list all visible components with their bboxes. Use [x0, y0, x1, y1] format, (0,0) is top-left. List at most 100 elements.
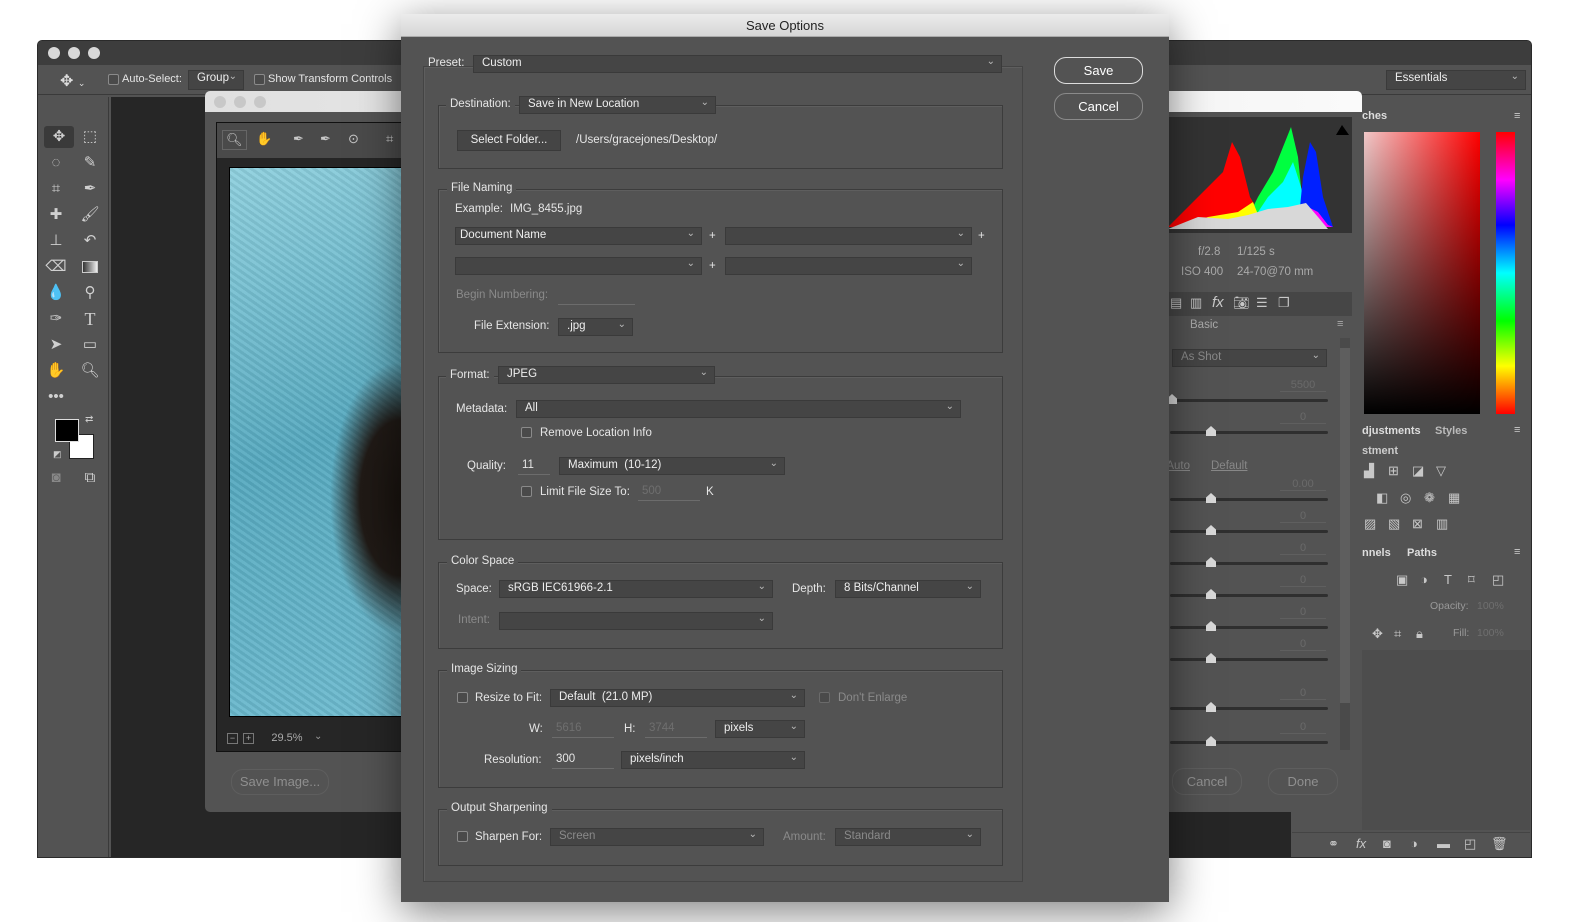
cancel-button[interactable]: Cancel: [1054, 93, 1143, 120]
slider-track[interactable]: [1170, 626, 1328, 629]
zoom-in-button[interactable]: +: [243, 733, 254, 744]
slider-thumb[interactable]: [1206, 426, 1216, 436]
snapshots-icon[interactable]: ❐: [1278, 295, 1290, 311]
naming-part-4-dropdown[interactable]: ⌄: [725, 257, 972, 275]
path-selection-icon[interactable]: ➤: [44, 334, 68, 356]
channels-tab[interactable]: nnels: [1362, 547, 1391, 559]
zoom-button[interactable]: [254, 96, 266, 108]
workspace-dropdown[interactable]: Essentials ⌄: [1386, 70, 1526, 90]
eyedropper-tool-icon[interactable]: ✒: [78, 178, 102, 200]
fill-value[interactable]: 100%: [1477, 627, 1504, 639]
layer-mask-icon[interactable]: ◙: [1383, 836, 1391, 851]
metadata-dropdown[interactable]: All ⌄: [516, 400, 961, 418]
save-button[interactable]: Save: [1054, 57, 1143, 84]
slider-value[interactable]: 0: [1280, 687, 1326, 700]
slider-thumb[interactable]: [1206, 653, 1216, 663]
move-tool-icon[interactable]: ✥: [44, 126, 74, 148]
resize-to-fit-dropdown[interactable]: Default (21.0 MP) ⌄: [550, 689, 805, 707]
healing-brush-icon[interactable]: ✚: [44, 204, 68, 226]
history-brush-icon[interactable]: ↶: [78, 230, 102, 252]
color-sampler-icon[interactable]: ✒: [320, 131, 331, 147]
highlight-clipping-icon[interactable]: [1336, 125, 1349, 135]
posterize-icon[interactable]: ▨: [1364, 516, 1376, 532]
slider-track[interactable]: [1170, 658, 1328, 661]
zoom-tool-icon[interactable]: 🔍︎: [222, 130, 247, 150]
eraser-tool-icon[interactable]: ⌫: [44, 256, 68, 278]
adjustment-filter-icon[interactable]: ◑: [1420, 572, 1428, 587]
adjustment-slider[interactable]: 0: [1170, 721, 1330, 751]
file-extension-dropdown[interactable]: .jpg ⌄: [558, 318, 633, 336]
slider-track[interactable]: [1170, 431, 1328, 434]
swap-colors-icon[interactable]: ⇄: [85, 414, 93, 425]
slider-track[interactable]: [1170, 498, 1328, 501]
intent-dropdown[interactable]: ⌄: [499, 612, 773, 630]
close-button[interactable]: [214, 96, 226, 108]
image-filter-icon[interactable]: ▣: [1396, 572, 1408, 588]
minimize-button[interactable]: [68, 47, 80, 59]
auto-select-dropdown[interactable]: Group ⌄: [188, 70, 244, 90]
shape-filter-icon[interactable]: ⌑: [1468, 572, 1475, 588]
adjustment-slider[interactable]: 0: [1170, 510, 1330, 540]
resolution-field[interactable]: 300: [552, 752, 614, 769]
zoom-tool-icon[interactable]: 🔍︎: [78, 360, 102, 382]
lasso-tool-icon[interactable]: ◌: [44, 152, 68, 174]
hue-slider[interactable]: [1496, 132, 1515, 414]
zoom-dropdown-icon[interactable]: ⌄: [314, 731, 322, 742]
minimize-button[interactable]: [234, 96, 246, 108]
panel-menu-icon[interactable]: ≡: [1337, 318, 1343, 330]
limit-file-size-field[interactable]: 500: [638, 484, 700, 501]
quality-preset-dropdown[interactable]: Maximum (10-12) ⌄: [559, 457, 785, 475]
adjustment-slider[interactable]: 0: [1170, 574, 1330, 604]
slider-value[interactable]: 0: [1280, 510, 1326, 523]
new-layer-icon[interactable]: ◰: [1464, 836, 1476, 852]
close-button[interactable]: [48, 47, 60, 59]
zoom-out-button[interactable]: −: [227, 733, 238, 744]
hsl-icon[interactable]: ▤: [1170, 295, 1182, 311]
black-white-icon[interactable]: ◧: [1376, 490, 1388, 506]
link-layers-icon[interactable]: ⚭: [1328, 836, 1339, 852]
save-image-button[interactable]: Save Image...: [231, 769, 329, 795]
screen-mode-icon[interactable]: ⧉: [78, 467, 102, 489]
photo-filter-icon[interactable]: ◎: [1400, 490, 1411, 506]
targeted-adjustment-icon[interactable]: ⊙: [348, 131, 359, 147]
destination-dropdown[interactable]: Save in New Location ⌄: [519, 96, 716, 114]
default-colors-icon[interactable]: ◩: [53, 449, 62, 460]
color-lookup-icon[interactable]: ▦: [1448, 490, 1460, 506]
more-tools-icon[interactable]: •••: [44, 386, 68, 408]
effects-icon[interactable]: fx: [1212, 294, 1224, 311]
slider-value[interactable]: 0: [1280, 574, 1326, 587]
zoom-button[interactable]: [88, 47, 100, 59]
hand-tool-icon[interactable]: ✋: [256, 131, 272, 147]
lock-position-icon[interactable]: ✥: [1372, 626, 1383, 642]
trash-icon[interactable]: 🗑︎: [1491, 836, 1508, 852]
slider-track[interactable]: [1170, 741, 1328, 744]
slider-value[interactable]: 0.00: [1280, 478, 1326, 491]
curves-icon[interactable]: ⊞: [1388, 463, 1399, 479]
brush-tool-icon[interactable]: 🖌: [78, 204, 102, 226]
slider-thumb[interactable]: [1206, 557, 1216, 567]
clone-stamp-icon[interactable]: ⊥: [44, 230, 68, 252]
move-tool-icon[interactable]: ✥ ⌄: [60, 71, 85, 91]
group-folder-icon[interactable]: ▬: [1437, 836, 1450, 851]
resize-to-fit-checkbox[interactable]: [457, 692, 468, 703]
color-picker-field[interactable]: [1364, 132, 1480, 414]
adjustment-slider[interactable]: 5500: [1167, 379, 1330, 409]
blur-tool-icon[interactable]: 💧: [44, 282, 68, 304]
slider-thumb[interactable]: [1206, 736, 1216, 746]
slider-value[interactable]: 5500: [1280, 379, 1326, 392]
naming-part-3-dropdown[interactable]: ⌄: [455, 257, 702, 275]
show-transform-checkbox[interactable]: [254, 74, 265, 85]
slider-thumb[interactable]: [1206, 621, 1216, 631]
slider-track[interactable]: [1170, 399, 1328, 402]
type-tool-icon[interactable]: T: [78, 308, 102, 330]
slider-value[interactable]: 0: [1280, 411, 1326, 424]
lock-artboard-icon[interactable]: ⌗: [1394, 626, 1401, 642]
slider-thumb[interactable]: [1206, 525, 1216, 535]
slider-value[interactable]: 0: [1280, 606, 1326, 619]
camera-raw-cancel-button[interactable]: Cancel: [1172, 768, 1242, 795]
format-dropdown[interactable]: JPEG ⌄: [498, 366, 715, 384]
size-unit-dropdown[interactable]: pixels ⌄: [715, 720, 805, 738]
slider-thumb[interactable]: [1206, 702, 1216, 712]
selective-color-icon[interactable]: ⊠: [1412, 516, 1423, 532]
quality-field[interactable]: 11: [518, 458, 550, 475]
